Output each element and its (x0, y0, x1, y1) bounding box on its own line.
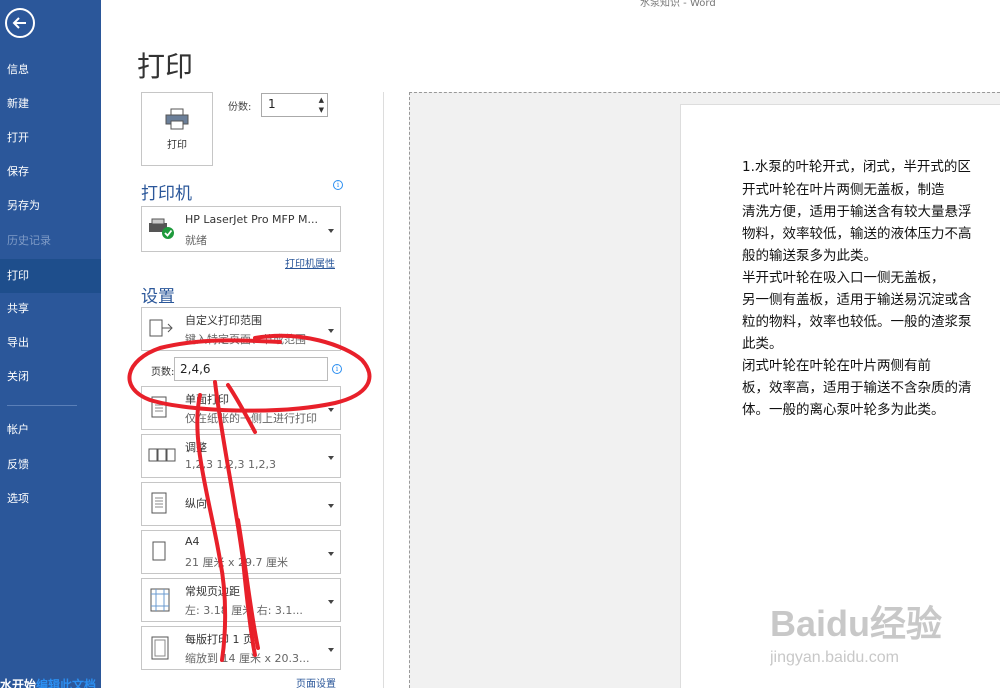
baidu-watermark: Baidu经验 jingyan.baidu.com (769, 600, 990, 674)
watermark-brand: Baidu经验 (770, 603, 942, 644)
chevron-down-icon (328, 229, 334, 233)
persheet-main: 每版打印 1 页 (185, 633, 254, 646)
nav-save[interactable]: 保存 (0, 155, 101, 189)
orientation-dropdown[interactable]: 纵向 (141, 482, 341, 526)
doc-line: 开式叶轮在叶片两侧无盖板，制造 (742, 182, 945, 198)
nav-history: 历史记录 (7, 234, 51, 247)
spin-up-icon[interactable]: ▲ (319, 96, 324, 104)
page-range-icon (149, 319, 173, 337)
nav-print[interactable]: 打印 (0, 259, 101, 293)
print-button[interactable]: 打印 (141, 92, 213, 166)
page-title: 打印 (137, 50, 194, 83)
back-arrow-icon[interactable] (5, 8, 35, 38)
window-title: 水泵知识 - Word (640, 0, 716, 9)
chevron-down-icon (328, 504, 334, 508)
nav-save-as[interactable]: 另存为 (0, 189, 101, 223)
collate-dropdown[interactable]: 调整 1,2,3 1,2,3 1,2,3 (141, 434, 341, 478)
collate-main: 调整 (185, 441, 207, 454)
printer-ready-icon (149, 218, 174, 239)
printer-name: HP LaserJet Pro MFP M... (185, 213, 318, 226)
watermark-url: jingyan.baidu.com (770, 649, 899, 666)
page-setup-link[interactable]: 页面设置 (296, 675, 336, 688)
doc-line: 闭式叶轮在叶轮在叶片两侧有前 (742, 358, 931, 374)
chevron-down-icon (328, 600, 334, 604)
doc-line: 另一侧有盖板，适用于输送易沉淀或含 (742, 292, 972, 308)
nav-share[interactable]: 共享 (0, 292, 101, 326)
pages-label: 页数: (151, 367, 175, 378)
sides-dropdown[interactable]: 单面打印 仅在纸张的一侧上进行打印 (141, 386, 341, 430)
doc-line: 物料，效率较低，输送的液体压力不高 (742, 226, 972, 242)
nav-open[interactable]: 打开 (0, 121, 101, 155)
chevron-down-icon (328, 329, 334, 333)
range-sub: 键入特定页面、节或范围 (185, 333, 306, 346)
printer-section-title: 打印机 (141, 184, 192, 204)
doc-line: 半开式叶轮在吸入口一侧无盖板， (742, 270, 945, 286)
pages-per-sheet-dropdown[interactable]: 每版打印 1 页 缩放到 14 厘米 x 20.3... (141, 626, 341, 670)
paper-sub: 21 厘米 x 29.7 厘米 (185, 556, 288, 569)
panel-divider (383, 92, 384, 688)
nav-info[interactable]: 信息 (0, 53, 101, 87)
sidebar-footer: 水开始编辑此文档 (0, 676, 96, 688)
doc-line: 粒的物料，效率也较低。一般的渣浆泵 (742, 314, 972, 330)
range-main: 自定义打印范围 (185, 314, 262, 327)
paper-icon (152, 541, 166, 561)
nav-close[interactable]: 关闭 (0, 360, 101, 394)
copies-value: 1 (268, 97, 276, 111)
margins-icon (150, 588, 170, 612)
collate-icon (148, 448, 176, 462)
info-icon[interactable]: i (333, 180, 343, 190)
doc-line: 体。一般的离心泵叶轮多为此类。 (742, 402, 945, 418)
footer-link[interactable]: 编辑此文档 (36, 678, 96, 688)
sides-main: 单面打印 (185, 393, 229, 406)
backstage-sidebar: 信息 新建 打开 保存 另存为 历史记录 打印 共享 导出 关闭 帐户 反馈 选… (0, 0, 101, 688)
copies-input[interactable]: 1 ▲ ▼ (261, 93, 328, 117)
persheet-sub: 缩放到 14 厘米 x 20.3... (185, 652, 310, 665)
printer-status: 就绪 (185, 234, 207, 247)
footer-text: 水开始 (0, 678, 37, 688)
chevron-down-icon (328, 408, 334, 412)
chevron-down-icon (328, 648, 334, 652)
doc-line: 般的输送泵多为此类。 (742, 248, 877, 264)
copies-label: 份数: (228, 102, 252, 113)
single-sided-icon (151, 396, 167, 418)
nav-separator (7, 405, 77, 406)
pages-input[interactable]: 2,4,6 (174, 357, 328, 381)
print-button-label: 打印 (167, 139, 187, 151)
nav-account[interactable]: 帐户 (0, 413, 101, 447)
settings-section-title: 设置 (141, 287, 175, 307)
portrait-icon (151, 492, 167, 514)
nav-new[interactable]: 新建 (0, 87, 101, 121)
printer-properties-link[interactable]: 打印机属性 (285, 255, 335, 270)
margins-dropdown[interactable]: 常规页边距 左: 3.18 厘米 右: 3.1... (141, 578, 341, 622)
doc-line: 1.水泵的叶轮开式，闭式，半开式的区 (742, 159, 971, 175)
pages-per-sheet-icon (151, 636, 169, 660)
print-range-dropdown[interactable]: 自定义打印范围 键入特定页面、节或范围 (141, 307, 341, 351)
printer-dropdown[interactable]: HP LaserJet Pro MFP M... 就绪 (141, 206, 341, 252)
margins-sub: 左: 3.18 厘米 右: 3.1... (185, 604, 303, 617)
chevron-down-icon (328, 552, 334, 556)
nav-options[interactable]: 选项 (0, 482, 101, 516)
paper-size-dropdown[interactable]: A4 21 厘米 x 29.7 厘米 (141, 530, 341, 574)
margins-main: 常规页边距 (185, 585, 240, 598)
info-icon[interactable]: i (332, 364, 342, 374)
chevron-down-icon (328, 456, 334, 460)
paper-main: A4 (185, 535, 200, 548)
orientation-main: 纵向 (185, 497, 207, 510)
doc-line: 此类。 (742, 336, 783, 352)
spin-down-icon[interactable]: ▼ (319, 106, 324, 114)
sides-sub: 仅在纸张的一侧上进行打印 (185, 412, 317, 425)
doc-line: 板，效率高，适用于输送不含杂质的清 (742, 380, 972, 396)
nav-export[interactable]: 导出 (0, 326, 101, 360)
nav-feedback[interactable]: 反馈 (0, 448, 101, 482)
doc-line: 清洗方便，适用于输送含有较大量悬浮 (742, 204, 972, 220)
collate-sub: 1,2,3 1,2,3 1,2,3 (185, 458, 276, 471)
printer-icon (165, 108, 189, 129)
